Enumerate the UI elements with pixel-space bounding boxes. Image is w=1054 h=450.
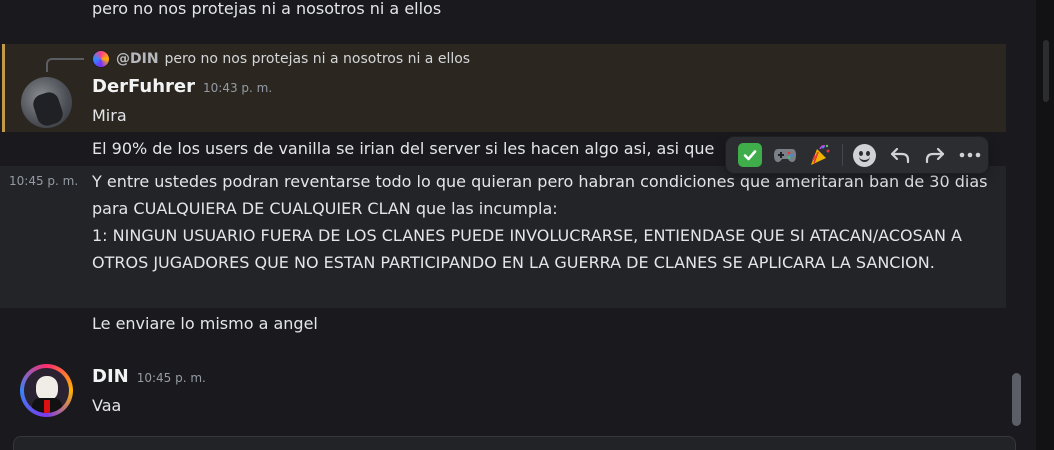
message-text: El 90% de los users de vanilla se irian … [92,139,715,158]
side-panel-scrollbar[interactable] [1043,40,1049,102]
message-text: Vaa [92,396,122,415]
party-popper-icon [811,144,830,165]
author-name[interactable]: DIN [92,366,129,387]
reply-mention[interactable]: @DIN [116,51,159,67]
avatar[interactable] [21,77,72,128]
reaction-check-button[interactable] [732,139,767,171]
reply-avatar [92,50,110,68]
reply-preview[interactable]: @DIN pero no nos protejas ni a nosotros … [92,49,470,69]
scrollbar-thumb[interactable] [1012,373,1021,426]
check-icon [737,143,762,167]
message-header: DerFuhrer 10:43 p. m. [92,76,272,97]
timestamp: 10:45 p. m. [136,371,206,385]
reply-button[interactable] [882,139,917,171]
message-text: Y entre ustedes podran reventarse todo l… [92,172,988,272]
gamepad-icon [773,149,796,162]
timestamp: 10:45 p. m. [9,174,79,188]
message-input[interactable] [13,436,1016,450]
message-text: pero no nos protejas ni a nosotros ni a … [92,0,442,18]
reply-connector [46,58,84,72]
avatar[interactable] [20,364,73,417]
forward-button[interactable] [917,139,952,171]
message-text: Mira [92,106,127,125]
reply-icon [890,147,909,164]
reaction-gamepad-button[interactable] [767,139,802,171]
author-name[interactable]: DerFuhrer [92,76,195,97]
reply-preview-text: pero no nos protejas ni a nosotros ni a … [164,51,471,67]
add-reaction-button[interactable] [847,139,882,171]
timestamp: 10:43 p. m. [203,81,273,95]
message-text: Le enviare lo mismo a angel [92,314,318,333]
more-icon [960,152,981,158]
reaction-party-button[interactable] [803,139,838,171]
forward-icon [925,147,945,164]
add-reaction-icon [852,143,876,167]
toolbar-divider [841,144,843,166]
chat-messages: pero no nos protejas ni a nosotros ni a … [0,0,1020,450]
more-options-button[interactable] [953,139,988,171]
message-header: DIN 10:45 p. m. [92,366,206,387]
message-actions-toolbar [726,137,988,173]
